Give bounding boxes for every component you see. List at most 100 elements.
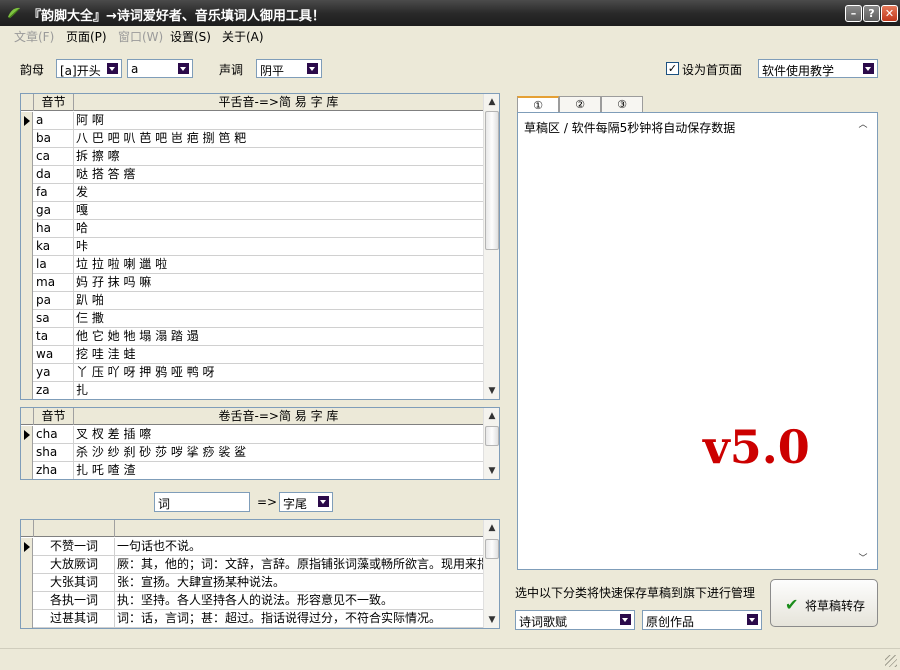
table-row[interactable]: wa 挖 哇 洼 蛙 bbox=[21, 346, 484, 364]
menu-article[interactable]: 文章(F) bbox=[14, 28, 54, 45]
scroll-down-icon[interactable]: ▼ bbox=[484, 463, 499, 479]
characters-cell[interactable]: 拆 擦 嚓 bbox=[74, 148, 484, 166]
characters-cell[interactable]: 他 它 她 牠 塌 溻 踏 遢 bbox=[74, 328, 484, 346]
syllable-cell[interactable]: ba bbox=[34, 130, 74, 148]
idiom-cell[interactable]: 大放厥词 bbox=[34, 556, 115, 574]
scroll-down-icon[interactable]: ▼ bbox=[484, 612, 499, 628]
table-row[interactable]: za 扎 bbox=[21, 382, 484, 399]
minimize-icon[interactable]: – bbox=[845, 5, 862, 22]
close-icon[interactable]: ✕ bbox=[881, 5, 898, 22]
idiom-cell[interactable]: 各执一词 bbox=[34, 592, 115, 610]
characters-cell[interactable]: 垃 拉 啦 喇 邋 啦 bbox=[74, 256, 484, 274]
menu-settings[interactable]: 设置(S) bbox=[170, 28, 211, 45]
column-header-meaning[interactable] bbox=[115, 520, 484, 537]
save-draft-button[interactable]: ✔ 将草稿转存 bbox=[770, 579, 878, 627]
row-selector[interactable] bbox=[21, 574, 33, 592]
row-selector[interactable] bbox=[21, 220, 33, 238]
syllable-cell[interactable]: a bbox=[34, 112, 74, 130]
row-selector[interactable] bbox=[21, 274, 33, 292]
table-row[interactable]: sa 仨 撒 bbox=[21, 310, 484, 328]
vertical-scrollbar[interactable]: ︿ ﹀ bbox=[855, 117, 871, 567]
column-header-idiom[interactable] bbox=[34, 520, 115, 537]
table-row[interactable]: ha 哈 bbox=[21, 220, 484, 238]
menu-page[interactable]: 页面(P) bbox=[66, 28, 107, 45]
homepage-checkbox[interactable]: ✓ bbox=[666, 62, 679, 75]
characters-cell[interactable]: 趴 啪 bbox=[74, 292, 484, 310]
column-header-characters[interactable]: 卷舌音-=>简 易 字 库 bbox=[74, 408, 484, 425]
vertical-scrollbar[interactable]: ▲ ▼ bbox=[483, 94, 499, 399]
table-row[interactable]: sha 杀 沙 纱 刹 砂 莎 哕 挲 痧 裟 鲨 bbox=[21, 444, 484, 462]
syllable-cell[interactable]: sha bbox=[34, 444, 74, 462]
table-row[interactable]: ca 拆 擦 嚓 bbox=[21, 148, 484, 166]
syllable-cell[interactable]: ma bbox=[34, 274, 74, 292]
vertical-scrollbar[interactable]: ▲ ▼ bbox=[483, 408, 499, 479]
characters-cell[interactable]: 丫 压 吖 呀 押 鸦 哑 鸭 呀 bbox=[74, 364, 484, 382]
row-selector[interactable] bbox=[21, 444, 33, 462]
syllable-cell[interactable]: ya bbox=[34, 364, 74, 382]
characters-cell[interactable]: 哒 搭 答 瘩 bbox=[74, 166, 484, 184]
row-selector[interactable] bbox=[21, 462, 33, 479]
tab-2[interactable]: ② bbox=[559, 96, 601, 112]
syllable-cell[interactable]: za bbox=[34, 382, 74, 399]
table-row[interactable]: 大放厥词 厥：其，他的；词：文辞，言辞。原指铺张词藻或畅所欲言。现用来指 bbox=[21, 556, 484, 574]
idiom-cell[interactable]: 不赞一词 bbox=[34, 538, 115, 556]
table-row[interactable]: da 哒 搭 答 瘩 bbox=[21, 166, 484, 184]
draft-textarea[interactable]: 草稿区 / 软件每隔5秒钟将自动保存数据 ︿ ﹀ bbox=[517, 112, 878, 570]
table-row[interactable]: 不赞一词 一句话也不说。 bbox=[21, 538, 484, 556]
tab-3[interactable]: ③ bbox=[601, 96, 643, 112]
meaning-cell[interactable]: 一句话也不说。 bbox=[115, 538, 484, 556]
characters-cell[interactable]: 八 巴 吧 叭 芭 吧 岜 疤 捌 笆 粑 bbox=[74, 130, 484, 148]
row-selector[interactable] bbox=[21, 202, 33, 220]
row-selector[interactable] bbox=[21, 382, 33, 399]
characters-cell[interactable]: 咔 bbox=[74, 238, 484, 256]
meaning-cell[interactable]: 张：宣扬。大肆宣扬某种说法。 bbox=[115, 574, 484, 592]
table-row[interactable]: fa 发 bbox=[21, 184, 484, 202]
row-selector[interactable] bbox=[21, 328, 33, 346]
table-row[interactable]: 各执一词 执：坚持。各人坚持各人的说法。形容意见不一致。 bbox=[21, 592, 484, 610]
row-selector[interactable] bbox=[21, 556, 33, 574]
table-row[interactable]: ta 他 它 她 牠 塌 溻 踏 遢 bbox=[21, 328, 484, 346]
dropdown-arrow-icon[interactable] bbox=[745, 612, 760, 627]
syllable-cell[interactable]: sa bbox=[34, 310, 74, 328]
tab-1[interactable]: ① bbox=[517, 96, 559, 112]
dropdown-arrow-icon[interactable] bbox=[861, 61, 876, 76]
row-selector[interactable] bbox=[21, 256, 33, 274]
row-selector[interactable] bbox=[21, 238, 33, 256]
table-row[interactable]: a阿 啊 bbox=[21, 112, 484, 130]
characters-cell[interactable]: 妈 孖 抹 吗 嘛 bbox=[74, 274, 484, 292]
meaning-cell[interactable]: 词：话，言词；甚：超过。指话说得过分，不符合实际情况。 bbox=[115, 610, 484, 628]
table-row[interactable]: ga 嘎 bbox=[21, 202, 484, 220]
characters-cell[interactable]: 扎 bbox=[74, 382, 484, 399]
meaning-cell[interactable]: 执：坚持。各人坚持各人的说法。形容意见不一致。 bbox=[115, 592, 484, 610]
column-header-characters[interactable]: 平舌音-=>简 易 字 库 bbox=[74, 94, 484, 111]
scroll-up-icon[interactable]: ▲ bbox=[484, 408, 499, 424]
menu-about[interactable]: 关于(A) bbox=[222, 28, 264, 45]
table-row[interactable]: ya 丫 压 吖 呀 押 鸦 哑 鸭 呀 bbox=[21, 364, 484, 382]
type-select[interactable]: 原创作品 bbox=[642, 610, 762, 630]
column-header-syllable[interactable]: 音节 bbox=[34, 408, 74, 425]
row-selector[interactable] bbox=[21, 148, 33, 166]
table-row[interactable]: la 垃 拉 啦 喇 邋 啦 bbox=[21, 256, 484, 274]
syllable-cell[interactable]: ca bbox=[34, 148, 74, 166]
row-selector[interactable] bbox=[21, 184, 33, 202]
syllable-cell[interactable]: ga bbox=[34, 202, 74, 220]
row-selector[interactable] bbox=[21, 346, 33, 364]
syllable-cell[interactable]: pa bbox=[34, 292, 74, 310]
syllable-cell[interactable]: ta bbox=[34, 328, 74, 346]
dropdown-arrow-icon[interactable] bbox=[105, 61, 120, 76]
row-selector[interactable] bbox=[21, 130, 33, 148]
row-selector[interactable] bbox=[21, 538, 33, 556]
scroll-thumb[interactable] bbox=[485, 426, 499, 446]
dropdown-arrow-icon[interactable] bbox=[316, 494, 331, 509]
characters-cell[interactable]: 阿 啊 bbox=[74, 112, 484, 130]
scroll-thumb[interactable] bbox=[485, 539, 499, 559]
meaning-cell[interactable]: 厥：其，他的；词：文辞，言辞。原指铺张词藻或畅所欲言。现用来指 bbox=[115, 556, 484, 574]
syllable-cell[interactable]: da bbox=[34, 166, 74, 184]
scroll-up-icon[interactable]: ▲ bbox=[484, 520, 499, 536]
rhyme-mode-select[interactable]: [a]开头 bbox=[56, 59, 122, 78]
syllable-cell[interactable]: cha bbox=[34, 426, 74, 444]
dropdown-arrow-icon[interactable] bbox=[305, 61, 320, 76]
syllable-cell[interactable]: fa bbox=[34, 184, 74, 202]
tone-select[interactable]: 阴平 bbox=[256, 59, 322, 78]
characters-cell[interactable]: 叉 杈 差 插 嚓 bbox=[74, 426, 484, 444]
